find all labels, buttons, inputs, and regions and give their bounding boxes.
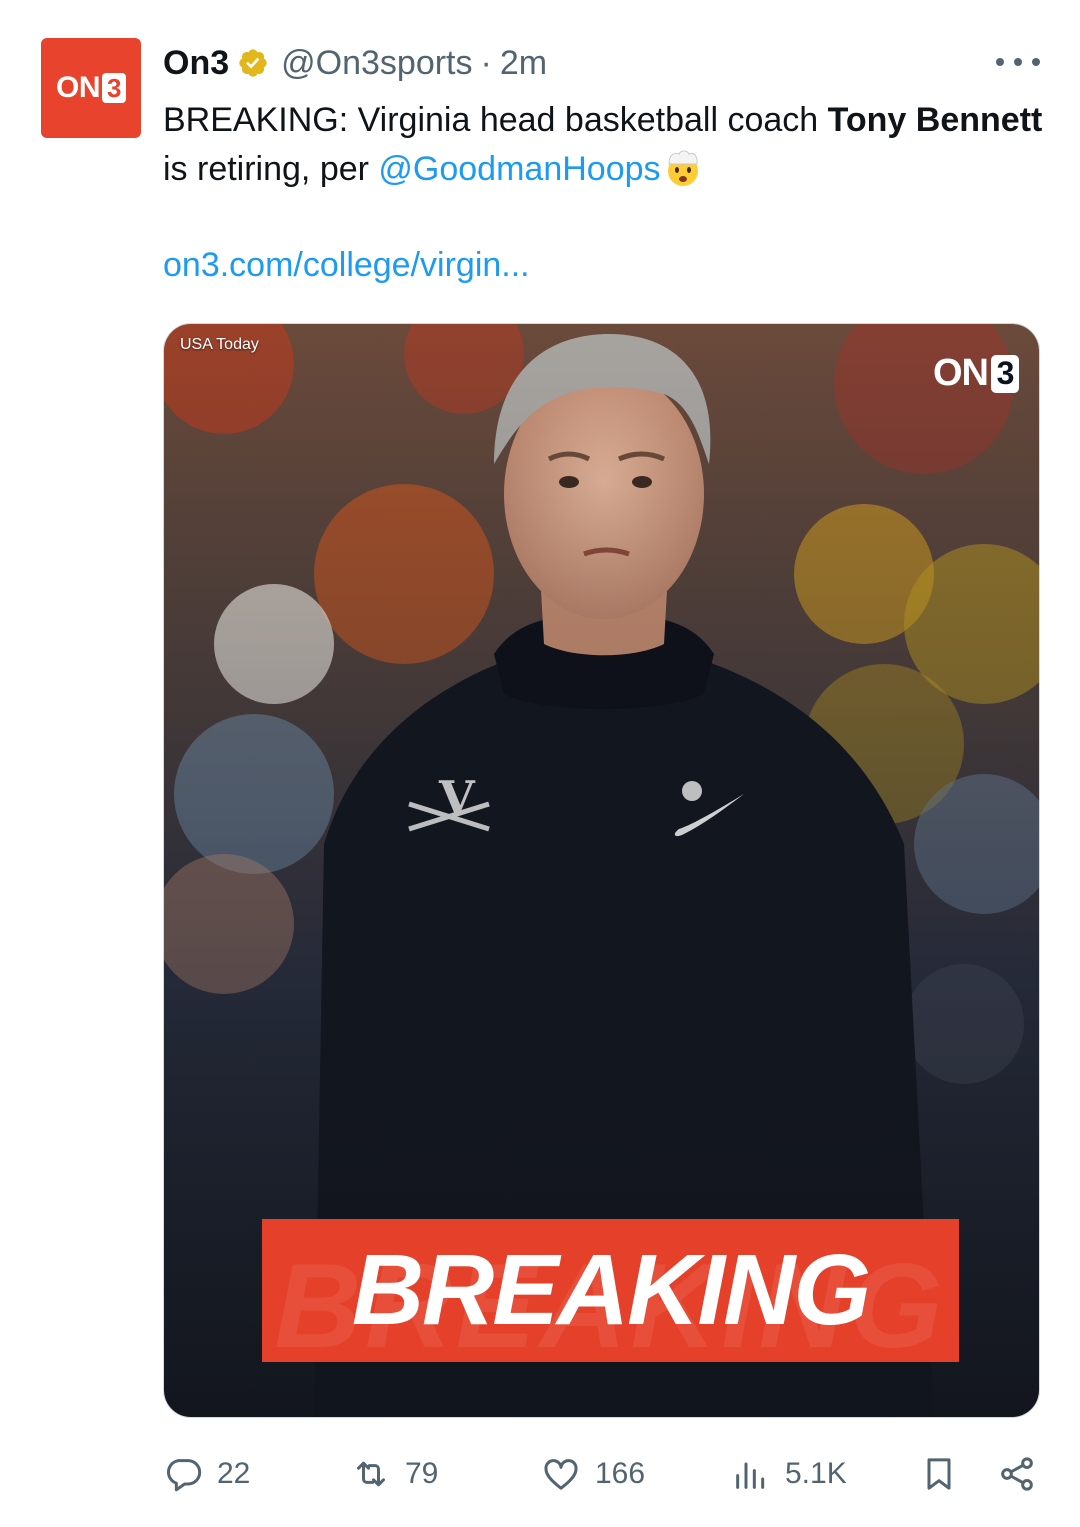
breaking-banner: BREAKING BREAKING — [262, 1219, 959, 1362]
display-name[interactable]: On3 — [163, 44, 229, 83]
tweet-text: BREAKING: Virginia head basketball coach… — [163, 96, 1043, 194]
like-button[interactable]: 166 — [541, 1448, 645, 1500]
tweet-image[interactable]: V USA Today ON 3 BREAKING BREAKING — [163, 323, 1040, 1418]
reply-icon — [166, 1459, 202, 1492]
share-button[interactable] — [997, 1448, 1037, 1500]
heart-icon — [544, 1459, 578, 1490]
tweet-header: On3 @On3sports · 2m — [163, 40, 547, 86]
mention-link[interactable]: @GoodmanHoops — [378, 150, 660, 188]
more-options-icon[interactable] — [996, 46, 1040, 78]
on3-logo: ON 3 — [56, 71, 126, 105]
repost-count: 79 — [405, 1457, 439, 1490]
avatar[interactable]: ON 3 — [41, 38, 141, 138]
reply-count: 22 — [217, 1457, 251, 1490]
avatar-logo-text: ON — [56, 71, 101, 104]
timestamp[interactable]: 2m — [500, 44, 547, 83]
bookmark-button[interactable] — [919, 1448, 959, 1500]
tweet: ON 3 On3 @On3sports · 2m BREAKING: Virgin… — [0, 0, 1080, 1527]
handle[interactable]: @On3sports — [281, 44, 472, 83]
views-button[interactable]: 5.1K — [731, 1448, 847, 1500]
photo-credit: USA Today — [180, 336, 259, 353]
tweet-text-middle: is retiring, per — [163, 150, 379, 188]
watermark-logo-text: ON — [933, 352, 989, 394]
view-count: 5.1K — [785, 1457, 847, 1490]
action-bar: 22 79 166 5.1K — [163, 1448, 1043, 1500]
separator-dot: · — [480, 43, 492, 82]
share-icon — [1001, 1457, 1033, 1491]
avatar-logo-box: 3 — [102, 73, 126, 103]
watermark-logo-box: 3 — [991, 354, 1019, 393]
tweet-text-prefix: BREAKING: Virginia head basketball coach — [163, 101, 828, 139]
on3-watermark-logo: ON 3 — [933, 352, 1019, 395]
repost-button[interactable]: 79 — [351, 1448, 438, 1500]
verified-badge-icon[interactable] — [237, 47, 269, 79]
repost-icon — [357, 1461, 385, 1487]
analytics-icon — [736, 1462, 765, 1489]
tweet-text-bold: Tony Bennett — [827, 101, 1043, 139]
exploding-head-emoji-icon — [667, 150, 698, 186]
like-count: 166 — [595, 1457, 646, 1490]
breaking-banner-text: BREAKING — [351, 1234, 871, 1346]
bookmark-icon — [927, 1458, 951, 1490]
reply-button[interactable]: 22 — [163, 1448, 250, 1500]
article-link[interactable]: on3.com/college/virgin... — [163, 246, 530, 285]
